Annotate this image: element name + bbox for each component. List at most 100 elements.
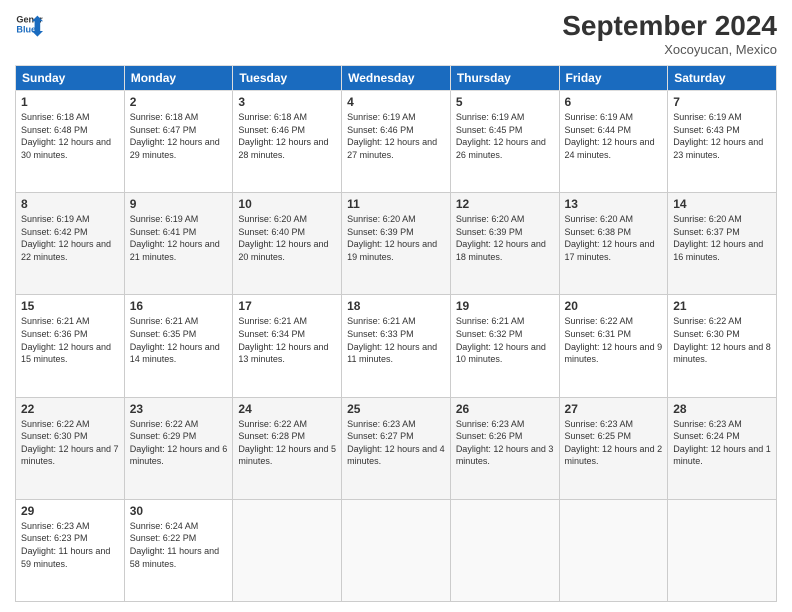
day-number: 19 [456,299,554,313]
calendar: SundayMondayTuesdayWednesdayThursdayFrid… [15,65,777,602]
day-cell: 15 Sunrise: 6:21 AMSunset: 6:36 PMDaylig… [16,295,125,397]
day-cell: 6 Sunrise: 6:19 AMSunset: 6:44 PMDayligh… [559,91,668,193]
day-cell [233,499,342,601]
day-number: 3 [238,95,336,109]
week-row-5: 29 Sunrise: 6:23 AMSunset: 6:23 PMDaylig… [16,499,777,601]
day-cell [559,499,668,601]
day-cell: 28 Sunrise: 6:23 AMSunset: 6:24 PMDaylig… [668,397,777,499]
day-number: 21 [673,299,771,313]
header: General Blue September 2024 Xocoyucan, M… [15,10,777,57]
weekday-sunday: Sunday [16,66,125,91]
day-info: Sunrise: 6:19 AMSunset: 6:41 PMDaylight:… [130,214,220,262]
day-info: Sunrise: 6:20 AMSunset: 6:38 PMDaylight:… [565,214,655,262]
day-cell [342,499,451,601]
day-number: 24 [238,402,336,416]
day-cell: 10 Sunrise: 6:20 AMSunset: 6:40 PMDaylig… [233,193,342,295]
day-cell: 18 Sunrise: 6:21 AMSunset: 6:33 PMDaylig… [342,295,451,397]
day-cell: 19 Sunrise: 6:21 AMSunset: 6:32 PMDaylig… [450,295,559,397]
day-info: Sunrise: 6:19 AMSunset: 6:45 PMDaylight:… [456,112,546,160]
day-info: Sunrise: 6:18 AMSunset: 6:46 PMDaylight:… [238,112,328,160]
day-info: Sunrise: 6:20 AMSunset: 6:39 PMDaylight:… [456,214,546,262]
day-number: 28 [673,402,771,416]
weekday-monday: Monday [124,66,233,91]
weekday-tuesday: Tuesday [233,66,342,91]
day-info: Sunrise: 6:23 AMSunset: 6:25 PMDaylight:… [565,419,663,467]
day-cell: 25 Sunrise: 6:23 AMSunset: 6:27 PMDaylig… [342,397,451,499]
day-cell [668,499,777,601]
week-row-1: 1 Sunrise: 6:18 AMSunset: 6:48 PMDayligh… [16,91,777,193]
title-block: September 2024 Xocoyucan, Mexico [562,10,777,57]
day-cell: 29 Sunrise: 6:23 AMSunset: 6:23 PMDaylig… [16,499,125,601]
day-cell: 7 Sunrise: 6:19 AMSunset: 6:43 PMDayligh… [668,91,777,193]
day-info: Sunrise: 6:21 AMSunset: 6:33 PMDaylight:… [347,316,437,364]
weekday-saturday: Saturday [668,66,777,91]
day-number: 14 [673,197,771,211]
day-cell: 26 Sunrise: 6:23 AMSunset: 6:26 PMDaylig… [450,397,559,499]
day-info: Sunrise: 6:19 AMSunset: 6:46 PMDaylight:… [347,112,437,160]
weekday-friday: Friday [559,66,668,91]
weekday-thursday: Thursday [450,66,559,91]
day-number: 25 [347,402,445,416]
day-number: 12 [456,197,554,211]
day-number: 11 [347,197,445,211]
day-info: Sunrise: 6:20 AMSunset: 6:39 PMDaylight:… [347,214,437,262]
day-number: 4 [347,95,445,109]
day-info: Sunrise: 6:21 AMSunset: 6:36 PMDaylight:… [21,316,111,364]
day-cell: 8 Sunrise: 6:19 AMSunset: 6:42 PMDayligh… [16,193,125,295]
day-cell: 13 Sunrise: 6:20 AMSunset: 6:38 PMDaylig… [559,193,668,295]
day-cell: 4 Sunrise: 6:19 AMSunset: 6:46 PMDayligh… [342,91,451,193]
day-info: Sunrise: 6:23 AMSunset: 6:27 PMDaylight:… [347,419,445,467]
page: General Blue September 2024 Xocoyucan, M… [0,0,792,612]
day-cell: 24 Sunrise: 6:22 AMSunset: 6:28 PMDaylig… [233,397,342,499]
day-cell: 21 Sunrise: 6:22 AMSunset: 6:30 PMDaylig… [668,295,777,397]
day-cell: 11 Sunrise: 6:20 AMSunset: 6:39 PMDaylig… [342,193,451,295]
day-info: Sunrise: 6:18 AMSunset: 6:48 PMDaylight:… [21,112,111,160]
day-cell: 20 Sunrise: 6:22 AMSunset: 6:31 PMDaylig… [559,295,668,397]
day-info: Sunrise: 6:20 AMSunset: 6:37 PMDaylight:… [673,214,763,262]
day-number: 15 [21,299,119,313]
day-cell: 1 Sunrise: 6:18 AMSunset: 6:48 PMDayligh… [16,91,125,193]
day-number: 10 [238,197,336,211]
day-cell [450,499,559,601]
day-info: Sunrise: 6:22 AMSunset: 6:31 PMDaylight:… [565,316,663,364]
week-row-3: 15 Sunrise: 6:21 AMSunset: 6:36 PMDaylig… [16,295,777,397]
day-number: 30 [130,504,228,518]
day-cell: 30 Sunrise: 6:24 AMSunset: 6:22 PMDaylig… [124,499,233,601]
day-info: Sunrise: 6:23 AMSunset: 6:26 PMDaylight:… [456,419,554,467]
day-number: 29 [21,504,119,518]
day-cell: 9 Sunrise: 6:19 AMSunset: 6:41 PMDayligh… [124,193,233,295]
logo: General Blue [15,10,43,38]
day-number: 18 [347,299,445,313]
week-row-4: 22 Sunrise: 6:22 AMSunset: 6:30 PMDaylig… [16,397,777,499]
day-info: Sunrise: 6:19 AMSunset: 6:43 PMDaylight:… [673,112,763,160]
day-cell: 2 Sunrise: 6:18 AMSunset: 6:47 PMDayligh… [124,91,233,193]
day-number: 26 [456,402,554,416]
week-row-2: 8 Sunrise: 6:19 AMSunset: 6:42 PMDayligh… [16,193,777,295]
day-info: Sunrise: 6:19 AMSunset: 6:42 PMDaylight:… [21,214,111,262]
svg-text:Blue: Blue [16,24,36,34]
day-cell: 12 Sunrise: 6:20 AMSunset: 6:39 PMDaylig… [450,193,559,295]
day-number: 23 [130,402,228,416]
day-number: 1 [21,95,119,109]
day-info: Sunrise: 6:22 AMSunset: 6:29 PMDaylight:… [130,419,228,467]
day-number: 13 [565,197,663,211]
day-info: Sunrise: 6:19 AMSunset: 6:44 PMDaylight:… [565,112,655,160]
day-info: Sunrise: 6:21 AMSunset: 6:34 PMDaylight:… [238,316,328,364]
day-number: 27 [565,402,663,416]
day-info: Sunrise: 6:20 AMSunset: 6:40 PMDaylight:… [238,214,328,262]
day-info: Sunrise: 6:22 AMSunset: 6:28 PMDaylight:… [238,419,336,467]
day-info: Sunrise: 6:22 AMSunset: 6:30 PMDaylight:… [21,419,119,467]
day-number: 9 [130,197,228,211]
day-number: 5 [456,95,554,109]
day-info: Sunrise: 6:18 AMSunset: 6:47 PMDaylight:… [130,112,220,160]
day-number: 8 [21,197,119,211]
weekday-header-row: SundayMondayTuesdayWednesdayThursdayFrid… [16,66,777,91]
day-info: Sunrise: 6:24 AMSunset: 6:22 PMDaylight:… [130,521,219,569]
day-info: Sunrise: 6:23 AMSunset: 6:23 PMDaylight:… [21,521,110,569]
day-info: Sunrise: 6:22 AMSunset: 6:30 PMDaylight:… [673,316,771,364]
day-cell: 14 Sunrise: 6:20 AMSunset: 6:37 PMDaylig… [668,193,777,295]
location: Xocoyucan, Mexico [562,42,777,57]
day-info: Sunrise: 6:21 AMSunset: 6:32 PMDaylight:… [456,316,546,364]
day-cell: 3 Sunrise: 6:18 AMSunset: 6:46 PMDayligh… [233,91,342,193]
logo-icon: General Blue [15,10,43,38]
